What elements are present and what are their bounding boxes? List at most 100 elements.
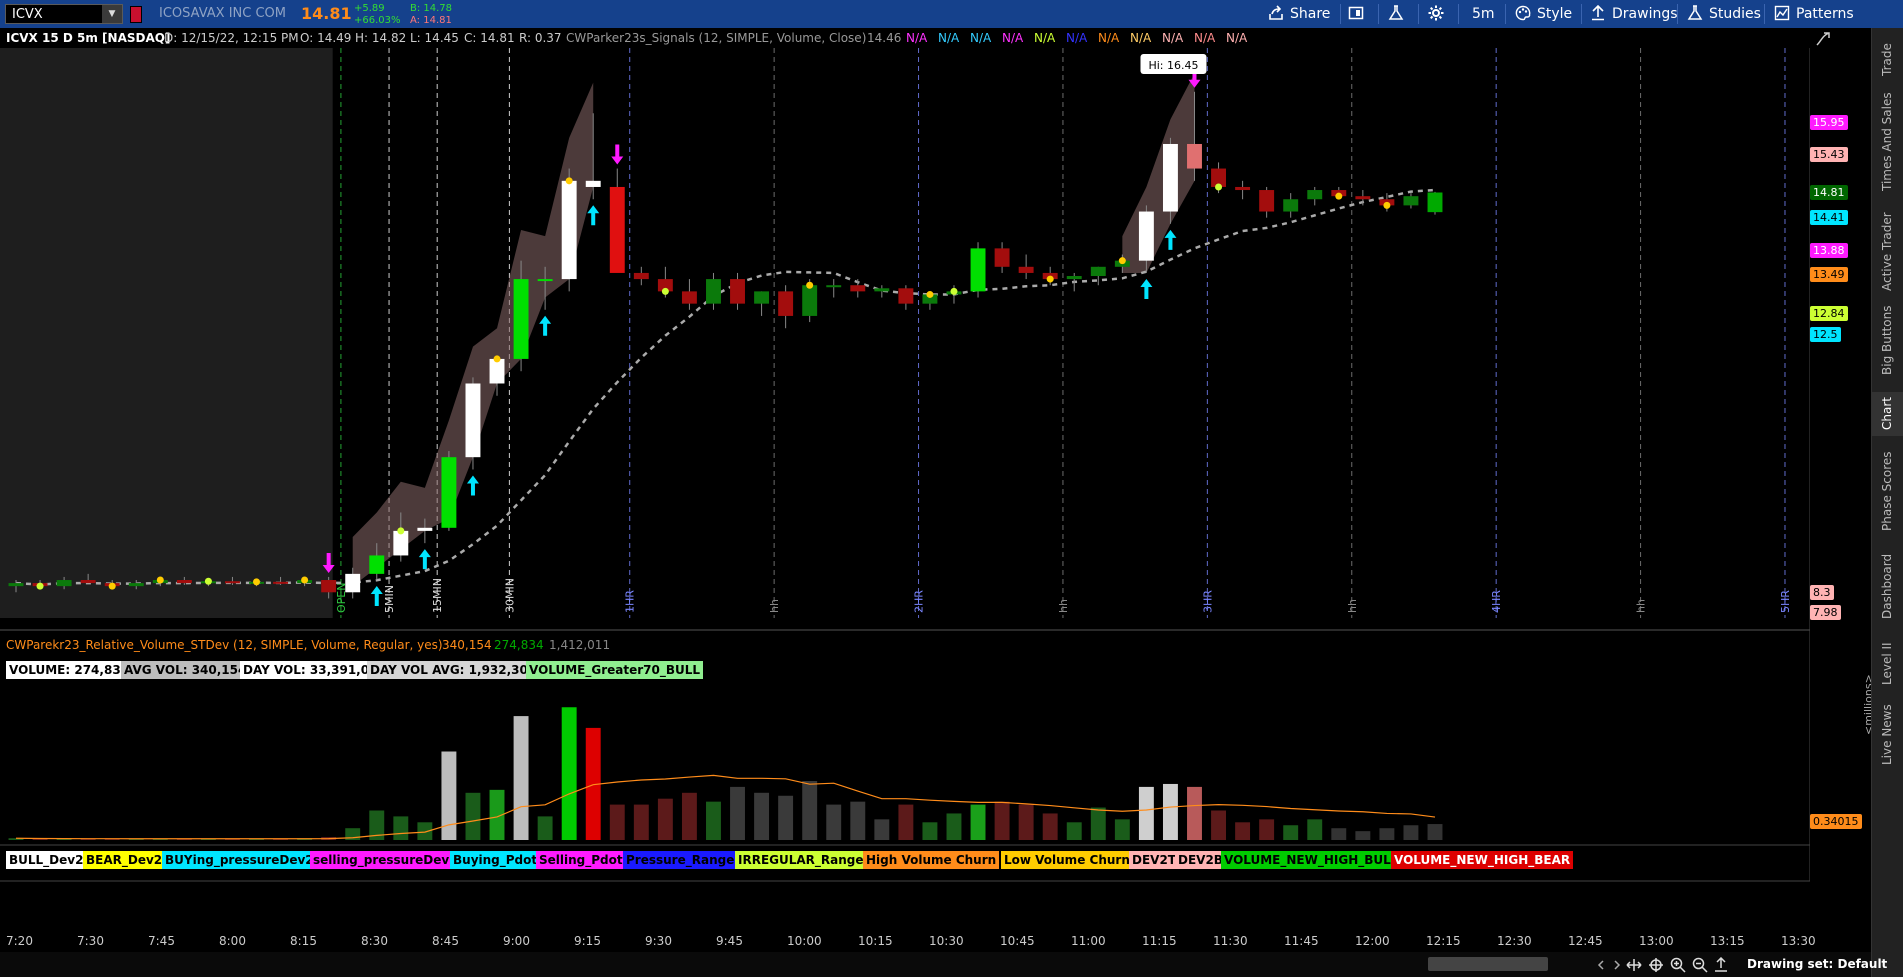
candle-body [441, 457, 457, 528]
flask-button[interactable] [1388, 0, 1410, 28]
legend-item[interactable]: VOLUME_NEW_HIGH_BULL [1221, 851, 1402, 869]
flask-icon [1687, 5, 1703, 20]
volume-bar [633, 804, 649, 840]
chart-view-button[interactable] [1348, 0, 1370, 28]
volume-study-label[interactable]: CWParekr23_Relative_Volume_STDev (12, SI… [6, 636, 443, 654]
change-abs: +5.89 [354, 3, 385, 14]
link-color-icon[interactable] [130, 6, 142, 23]
price-tag: 13.49 [1810, 266, 1848, 282]
buy-signal-arrow [370, 586, 383, 607]
scroll-thumb[interactable] [1428, 957, 1548, 971]
tab-level-ii[interactable]: Level II [1871, 634, 1903, 694]
studies-button[interactable]: Studies [1687, 0, 1761, 28]
volume-bar [970, 804, 986, 840]
symbol-input[interactable] [6, 5, 104, 23]
time-axis-label: 13:00 [1639, 934, 1674, 948]
patterns-button[interactable]: Patterns [1774, 0, 1854, 28]
volume-bar [1379, 828, 1395, 840]
volume-study-header: CWParekr23_Relative_Volume_STDev (12, SI… [0, 636, 1810, 654]
session-label: 5MIN [383, 585, 396, 613]
timeframe-button[interactable]: 5m [1472, 0, 1495, 28]
session-label: 4HR [1490, 590, 1503, 613]
legend-item[interactable]: IRREGULAR_Range [735, 851, 867, 869]
drawing-set-label[interactable]: Drawing set: Default [1747, 957, 1887, 971]
drawing-tool-icon[interactable] [1714, 957, 1728, 973]
volume-bar [874, 819, 890, 840]
flask-icon [1388, 5, 1404, 20]
crosshair-icon[interactable] [1648, 958, 1664, 972]
signal-value-8: N/A [1162, 31, 1184, 45]
volume-bar [465, 792, 481, 840]
tab-live-news[interactable]: Live News [1871, 705, 1903, 766]
legend-item[interactable]: DEV2T [1129, 851, 1179, 869]
legend-item[interactable]: Selling_Pdot [536, 851, 626, 869]
volume-bar [994, 801, 1010, 840]
timeframe-label: 5m [1472, 6, 1495, 22]
style-button[interactable]: Style [1515, 0, 1572, 28]
legend-item[interactable]: DEV2B [1175, 851, 1226, 869]
zoom-out-icon[interactable] [1692, 957, 1708, 973]
candle-body [489, 358, 505, 384]
tab-times-and-sales[interactable]: Times And Sales [1871, 90, 1903, 194]
volume-study-v1: 340,154 [442, 638, 492, 652]
signal-value-10: N/A [1226, 31, 1248, 45]
session-label: 5HR [1779, 590, 1792, 613]
legend-item[interactable]: BEAR_Dev2 [83, 851, 166, 869]
signals-study-label[interactable]: CWParker23s_Signals (12, SIMPLE, Volume,… [566, 28, 866, 48]
volume-bar [1307, 819, 1323, 840]
time-axis-label: 8:15 [290, 934, 317, 948]
signal-dot [1335, 192, 1343, 200]
signal-dot [156, 576, 164, 584]
legend-item[interactable]: BUYing_pressureDev2 [162, 851, 317, 869]
legend-item[interactable]: Low Volume Churn [1001, 851, 1133, 869]
time-axis-label: 12:00 [1355, 934, 1390, 948]
ask-price: A: 14.81 [410, 15, 452, 26]
time-axis-label: 9:15 [574, 934, 601, 948]
tab-active-trader[interactable]: Active Trader [1871, 212, 1903, 292]
scroll-left-icon[interactable] [1596, 960, 1606, 970]
candle-body [609, 186, 625, 273]
drawings-button[interactable]: Drawings [1590, 0, 1678, 28]
expand-chart-icon[interactable] [1815, 31, 1831, 47]
buy-signal-arrow [466, 475, 479, 496]
time-axis-label: 12:45 [1568, 934, 1603, 948]
tab-big-buttons[interactable]: Big Buttons [1871, 300, 1903, 380]
volume-bar [1090, 807, 1106, 840]
legend-item[interactable]: Pressure_Range [623, 851, 738, 869]
drawing-tool-icon [1592, 4, 1604, 21]
share-label: Share [1290, 6, 1331, 22]
tab-dashboard[interactable]: Dashboard [1871, 548, 1903, 624]
zoom-in-icon[interactable] [1670, 957, 1686, 973]
legend-item[interactable]: VOLUME_NEW_HIGH_BEAR [1391, 851, 1574, 869]
symbol-box: ▼ [5, 4, 123, 24]
horizontal-scrollbar[interactable] [0, 952, 1871, 977]
candle-body [273, 581, 289, 584]
tab-trade[interactable]: Trade [1871, 36, 1903, 84]
session-label: hh [1635, 599, 1648, 613]
symbol-dropdown-chevron-icon[interactable]: ▼ [102, 5, 122, 23]
toolbar-divider [1340, 4, 1341, 24]
pan-icon[interactable] [1626, 958, 1642, 972]
legend-item[interactable]: High Volume Churn [863, 851, 1000, 869]
candle-body [1187, 143, 1202, 169]
candle-body [369, 555, 385, 574]
tab-phase-scores[interactable]: Phase Scores [1871, 446, 1903, 536]
legend-item[interactable]: selling_pressureDev2 [310, 851, 461, 869]
toolbar-divider [1505, 4, 1506, 24]
share-button[interactable]: Share [1268, 0, 1330, 28]
legend-item[interactable]: BULL_Dev2 [6, 851, 87, 869]
settings-button[interactable] [1428, 0, 1450, 28]
scroll-right-icon[interactable] [1612, 960, 1622, 970]
time-axis-label: 13:15 [1710, 934, 1745, 948]
price-chart[interactable]: OPEN 5MIN 15MIN 30MIN 1HR hh 2HR hh 3HR hh 4HR hh 5H… [0, 48, 1810, 953]
volume-bar [513, 716, 529, 840]
bar-date: D: 12/15/22, 12:15 PM [164, 31, 299, 45]
time-axis-label: 11:00 [1071, 934, 1106, 948]
time-axis-label: 10:45 [1000, 934, 1035, 948]
time-axis-label: 10:30 [929, 934, 964, 948]
chart-label[interactable]: ICVX 15 D 5m [NASDAQ] [6, 28, 170, 48]
toolbar-divider [1764, 4, 1765, 24]
tab-chart[interactable]: Chart [1871, 392, 1903, 436]
legend-item[interactable]: Buying_Pdot [450, 851, 541, 869]
signal-dot [397, 527, 405, 535]
